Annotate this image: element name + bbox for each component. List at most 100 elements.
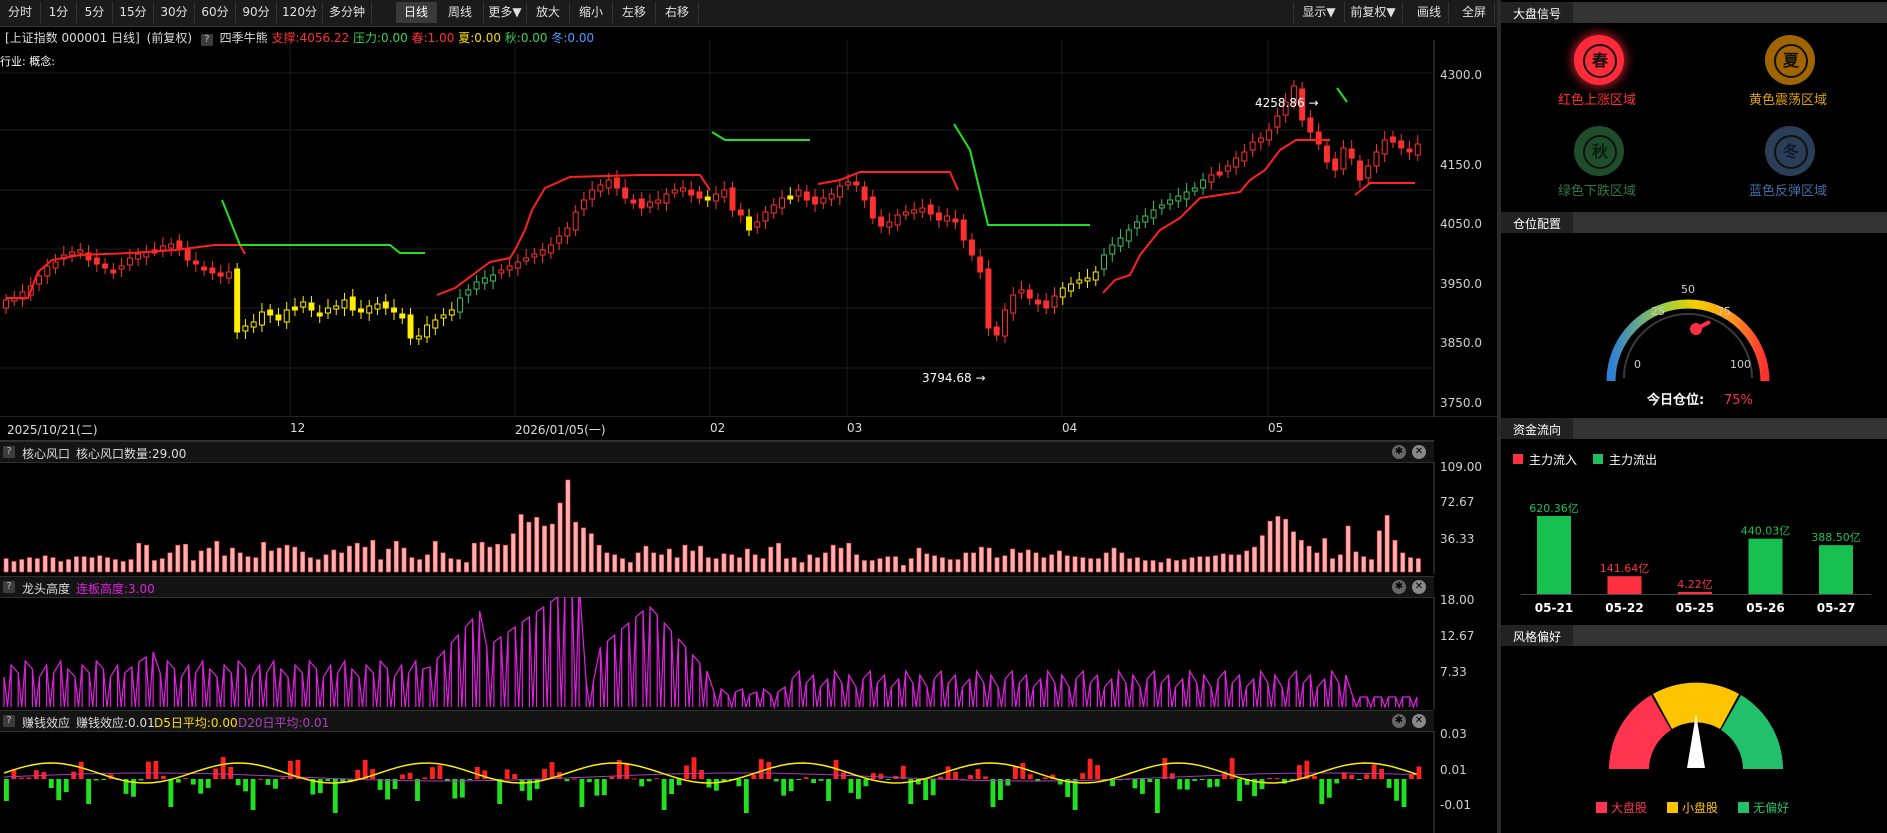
gear-icon[interactable]: ✱ [1392, 714, 1406, 728]
hotspot-bar [526, 521, 532, 573]
date-tick: 2026/01/05(一) [515, 423, 606, 437]
hotspot-bar [34, 558, 40, 573]
candle [102, 263, 109, 269]
move-left-button[interactable]: 左移 [613, 2, 656, 23]
money-effect-bar [437, 765, 443, 779]
candle [597, 184, 604, 192]
money-effect-bar [669, 779, 675, 795]
candle [1068, 283, 1074, 292]
hotspot-bar [1088, 558, 1094, 573]
hotspot-bar [1103, 552, 1109, 573]
hotspot-bar [877, 558, 883, 573]
hotspot-bar [222, 555, 228, 573]
hotspot-bar [97, 555, 103, 573]
capital-date: 05-22 [1605, 601, 1643, 615]
close-icon[interactable]: ✕ [1412, 445, 1426, 459]
hotspot-bar [1369, 559, 1374, 573]
candle [225, 271, 232, 279]
period-button[interactable]: 90分 [236, 2, 277, 23]
close-icon[interactable]: ✕ [1412, 714, 1426, 728]
candle [1315, 131, 1322, 145]
more-dropdown[interactable]: 更多▼ [484, 2, 527, 23]
hotspot-bar [1080, 557, 1086, 573]
money-effect-bar [885, 779, 891, 780]
candle [713, 193, 719, 202]
hotspot-bar [1025, 549, 1031, 573]
period-button[interactable]: 60分 [195, 2, 236, 23]
hotspot-bar [776, 542, 782, 573]
candle [1241, 151, 1248, 162]
hotspot-bar [346, 545, 352, 573]
period-button[interactable]: 多分钟 [323, 2, 372, 23]
pane-title: 核心风口 [22, 447, 71, 461]
display-dropdown[interactable]: 显示▼ [1293, 2, 1345, 23]
money-effect-bar [452, 779, 458, 799]
help-icon[interactable]: ? [3, 581, 15, 593]
money-effect-bar [900, 765, 906, 779]
money-effect-bar [624, 762, 630, 779]
money-effect-bar [788, 779, 794, 792]
position-value: 75% [1724, 393, 1753, 408]
period-button-daily[interactable]: 日线 [396, 2, 437, 23]
candle [1390, 136, 1396, 143]
candle [605, 179, 612, 189]
candle [820, 197, 827, 204]
money-effect-bar [198, 779, 204, 794]
help-icon[interactable]: ? [3, 446, 15, 458]
hotspot-bar [674, 557, 680, 573]
hotspot-bar [627, 562, 633, 573]
period-button[interactable]: 15分 [113, 2, 154, 23]
candle [308, 302, 315, 311]
candle [663, 193, 670, 204]
period-button[interactable]: 120分 [277, 2, 323, 23]
move-right-button[interactable]: 右移 [656, 2, 699, 23]
candle [1323, 145, 1330, 163]
dragon-height-chart[interactable] [0, 597, 1497, 709]
hotspot-bar [393, 541, 399, 573]
capital-date: 05-26 [1746, 601, 1784, 615]
money-effect-chart[interactable] [0, 731, 1497, 833]
help-icon[interactable]: ? [3, 715, 15, 727]
candle [836, 185, 843, 198]
hotspot-bar [1174, 560, 1179, 573]
period-button[interactable]: 周线 [437, 2, 484, 23]
money-effect-bar [1020, 762, 1026, 779]
position-label: 今日仓位: [1646, 392, 1704, 408]
money-effect-bar [654, 778, 660, 780]
adjust-dropdown[interactable]: 前复权▼ [1344, 2, 1403, 23]
fullscreen-button[interactable]: 全屏 [1454, 2, 1495, 23]
core-hotspot-chart[interactable] [0, 462, 1497, 574]
candle [366, 305, 373, 314]
period-button[interactable]: 1分 [41, 2, 77, 23]
close-icon[interactable]: ✕ [1412, 580, 1426, 594]
capital-bar [1537, 516, 1571, 594]
candle [93, 257, 100, 265]
hotspot-bar [19, 559, 25, 573]
hotspot-bar [1267, 520, 1273, 573]
candle [803, 191, 810, 201]
price-tick: 3950.0 [1440, 277, 1482, 291]
candle [911, 209, 918, 214]
price-tick: 4050.0 [1440, 217, 1482, 231]
hotspot-bar [1166, 558, 1172, 573]
period-button[interactable]: 5分 [77, 2, 113, 23]
hotspot-bar [339, 552, 345, 573]
winter-signal-icon: 冬 [1765, 126, 1815, 176]
candle [201, 266, 208, 271]
hotspot-bar [534, 517, 540, 573]
money-effect-bar [856, 779, 861, 799]
hotspot-bar [11, 561, 17, 573]
gear-icon[interactable]: ✱ [1392, 580, 1406, 594]
money-effect-bar [459, 779, 465, 798]
candle [993, 326, 1000, 336]
period-button[interactable]: 30分 [154, 2, 195, 23]
period-button[interactable]: 分时 [0, 2, 41, 23]
gear-icon[interactable]: ✱ [1392, 445, 1406, 459]
zoom-in-button[interactable]: 放大 [527, 2, 570, 23]
draw-button[interactable]: 画线 [1410, 2, 1449, 23]
candle [754, 221, 761, 228]
hotspot-bar [565, 479, 571, 573]
zoom-out-button[interactable]: 缩小 [570, 2, 613, 23]
candle [704, 196, 711, 201]
hotspot-bar [1181, 559, 1187, 573]
